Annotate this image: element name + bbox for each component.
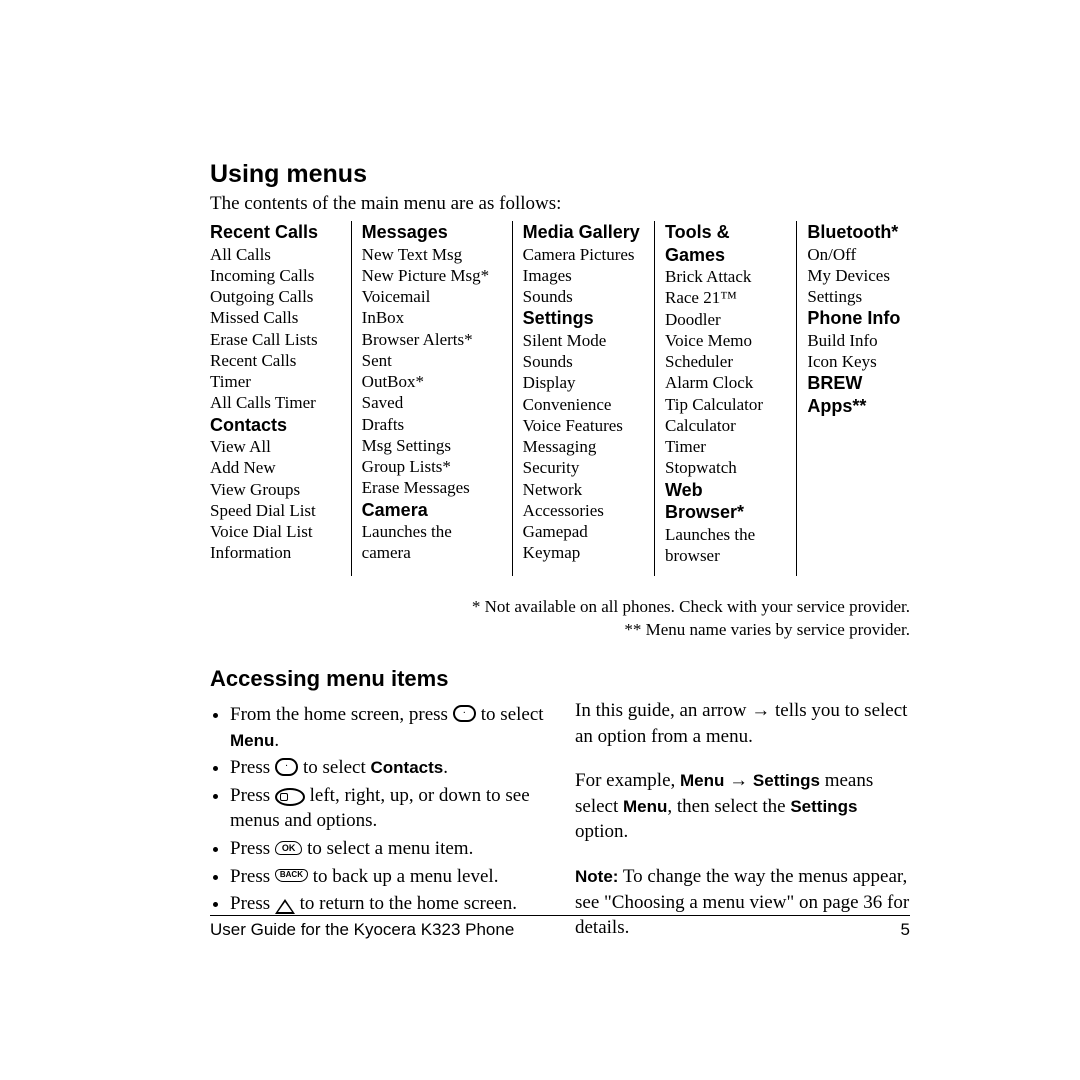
footnote-2: ** Menu name varies by service provider. (210, 619, 910, 642)
tools-item: Calculator (665, 416, 736, 435)
settings-item: Security (523, 458, 580, 477)
media-item: Camera Pictures (523, 245, 635, 264)
messages-item: New Text Msg (362, 245, 463, 264)
contacts-item: View Groups (210, 480, 300, 499)
messages-item: OutBox* (362, 372, 424, 391)
bullet-select-contacts: Press · to select Contacts. (230, 755, 545, 781)
recent-item: Outgoing Calls (210, 287, 313, 306)
back-key-icon: BACK (275, 869, 308, 882)
footnote-1: * Not available on all phones. Check wit… (210, 596, 910, 619)
guide-arrow-text: In this guide, an arrow → tells you to s… (575, 698, 910, 749)
contacts-item: Speed Dial List (210, 501, 316, 520)
bullet-ok: Press OK to select a menu item. (230, 836, 545, 862)
settings-item: Display (523, 373, 576, 392)
contacts-item: Voice Dial List (210, 522, 313, 541)
phone-item: Build Info (807, 331, 877, 350)
intro-text: The contents of the main menu are as fol… (210, 193, 910, 215)
media-item: Sounds (523, 287, 573, 306)
bullet-back: Press BACK to back up a menu level. (230, 864, 545, 890)
nav-key-icon (275, 788, 305, 806)
header-messages: Messages (362, 221, 502, 244)
messages-item: Saved (362, 393, 404, 412)
recent-item: Incoming Calls (210, 266, 314, 285)
settings-item: Sounds (523, 352, 573, 371)
messages-item: Sent (362, 351, 392, 370)
tools-item: Stopwatch (665, 458, 737, 477)
messages-item: InBox (362, 308, 405, 327)
left-softkey-icon: · (275, 758, 298, 776)
header-tools-games: Tools & Games (665, 221, 786, 266)
bullet-select-menu: From the home screen, press · to select … (230, 702, 545, 753)
header-settings: Settings (523, 307, 644, 330)
messages-item: Erase Messages (362, 478, 470, 497)
recent-item: Recent Calls Timer (210, 351, 296, 391)
header-bluetooth: Bluetooth* (807, 221, 910, 244)
media-item: Images (523, 266, 572, 285)
page-heading: Using menus (210, 160, 910, 189)
settings-item: Accessories (523, 501, 604, 520)
messages-item: Voicemail (362, 287, 431, 306)
tools-item: Scheduler (665, 352, 733, 371)
menu-col-5: Bluetooth* On/Off My Devices Settings Ph… (797, 221, 910, 576)
tools-item: Voice Memo (665, 331, 752, 350)
header-media-gallery: Media Gallery (523, 221, 644, 244)
header-brew-apps: BREW Apps** (807, 372, 910, 417)
ok-key-icon: OK (275, 841, 303, 855)
bt-item: On/Off (807, 245, 856, 264)
header-recent-calls: Recent Calls (210, 221, 341, 244)
bullet-end: Press E to return to the home screen. (230, 891, 545, 917)
settings-item: Convenience (523, 395, 612, 414)
recent-item: All Calls Timer (210, 393, 316, 412)
end-key-icon: E (275, 899, 295, 914)
contacts-item: Add New (210, 458, 276, 477)
recent-item: All Calls (210, 245, 271, 264)
web-item: Launches the browser (665, 525, 755, 565)
settings-item: Silent Mode (523, 331, 607, 350)
messages-item: Group Lists* (362, 457, 451, 476)
contacts-item: Information (210, 543, 291, 562)
header-contacts: Contacts (210, 414, 341, 437)
messages-item: Msg Settings (362, 436, 451, 455)
phone-item: Icon Keys (807, 352, 876, 371)
settings-item: Gamepad Keymap (523, 522, 588, 562)
settings-item: Network (523, 480, 582, 499)
tools-item: Timer (665, 437, 706, 456)
tools-item: Doodler (665, 310, 721, 329)
menu-columns: Recent Calls All Calls Incoming Calls Ou… (210, 221, 910, 576)
bt-item: My Devices (807, 266, 890, 285)
right-softkey-icon: · (453, 705, 476, 723)
subheading-accessing: Accessing menu items (210, 666, 910, 692)
example-text: For example, Menu → Settings means selec… (575, 768, 910, 845)
header-web-browser: Web Browser* (665, 479, 786, 524)
footer-page-number: 5 (901, 920, 910, 940)
menu-col-4: Tools & Games Brick Attack Race 21™ Dood… (655, 221, 797, 576)
menu-col-1: Recent Calls All Calls Incoming Calls Ou… (210, 221, 352, 576)
tools-item: Alarm Clock (665, 373, 753, 392)
bullet-nav: Press left, right, up, or down to see me… (230, 783, 545, 834)
header-phone-info: Phone Info (807, 307, 910, 330)
bt-item: Settings (807, 287, 862, 306)
header-camera: Camera (362, 499, 502, 522)
recent-item: Missed Calls (210, 308, 298, 327)
camera-item: Launches the camera (362, 522, 452, 562)
settings-item: Voice Features (523, 416, 623, 435)
messages-item: Drafts (362, 415, 404, 434)
contacts-item: View All (210, 437, 271, 456)
menu-col-3: Media Gallery Camera Pictures Images Sou… (513, 221, 655, 576)
messages-item: Browser Alerts* (362, 330, 473, 349)
recent-item: Erase Call Lists (210, 330, 318, 349)
tools-item: Race 21™ (665, 288, 737, 307)
messages-item: New Picture Msg* (362, 266, 489, 285)
tools-item: Brick Attack (665, 267, 751, 286)
tools-item: Tip Calculator (665, 395, 763, 414)
settings-item: Messaging (523, 437, 597, 456)
footer-title: User Guide for the Kyocera K323 Phone (210, 920, 514, 940)
menu-col-2: Messages New Text Msg New Picture Msg* V… (352, 221, 513, 576)
